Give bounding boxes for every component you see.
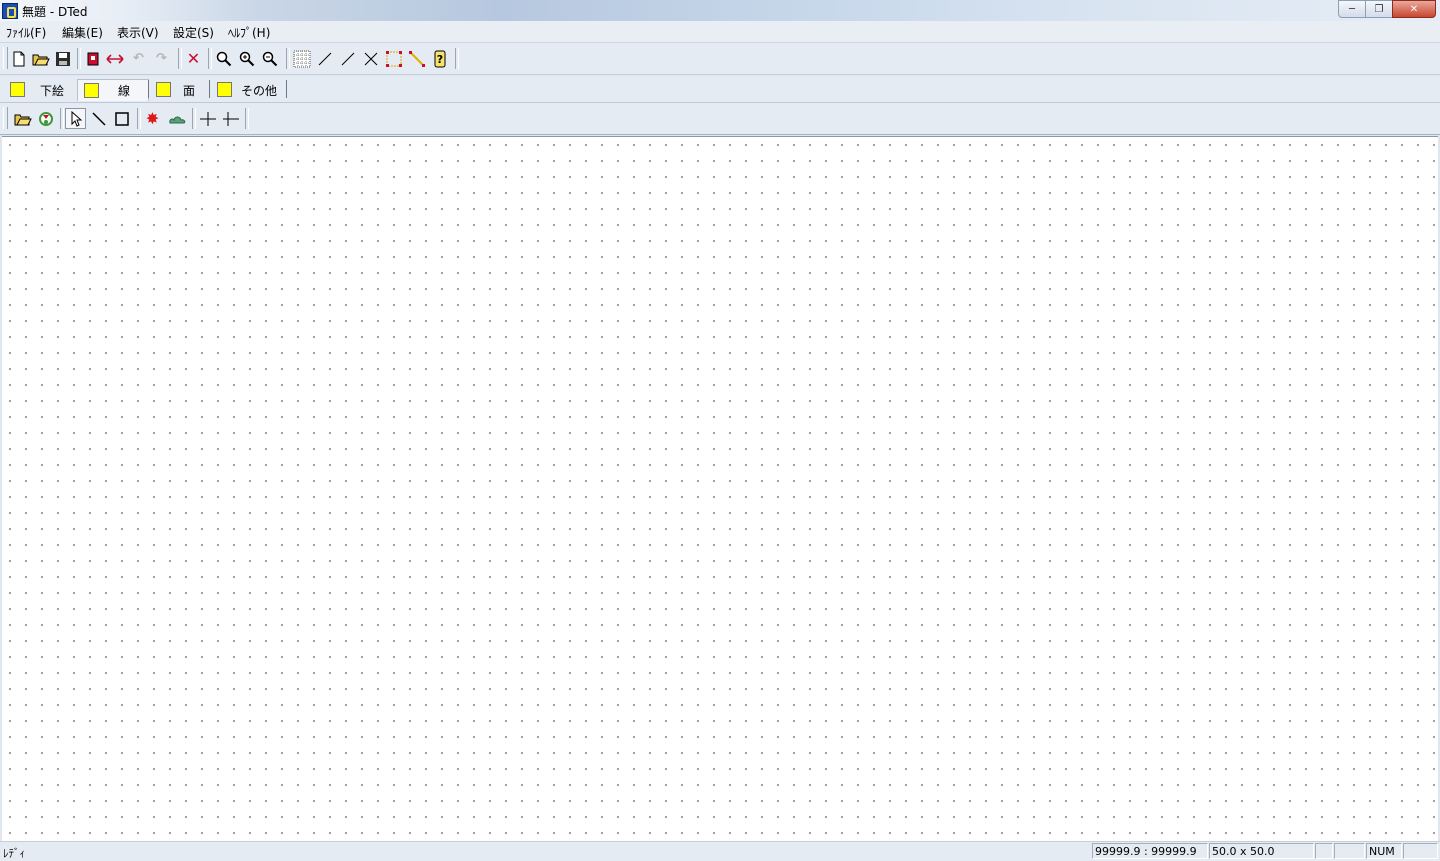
tab-label: 面: [183, 84, 196, 98]
menu-view[interactable]: 表示(V): [117, 24, 159, 41]
grid-icon[interactable]: [291, 48, 312, 69]
status-indicator: [1334, 843, 1365, 859]
tab-underlay[interactable]: 下絵: [4, 79, 76, 100]
drawing-canvas[interactable]: [2, 136, 1438, 842]
tool-toolbar: ✸: [0, 103, 1440, 135]
tab-line[interactable]: 線: [77, 79, 149, 101]
delete-x-icon[interactable]: ✕: [183, 48, 204, 69]
refresh-icon[interactable]: [35, 108, 56, 129]
layer-tab-bar: 下絵 線 面 その他: [0, 76, 1440, 103]
menu-bar: ﾌｧｲﾙ(F) 編集(E) 表示(V) 設定(S) ﾍﾙﾌﾟ(H): [0, 21, 1440, 43]
menu-settings[interactable]: 設定(S): [173, 24, 214, 41]
selection-box-icon[interactable]: [383, 48, 404, 69]
minimize-button[interactable]: ─: [1338, 0, 1366, 18]
title-bar: 無題 - DTed ─ ❐ ✕: [0, 0, 1440, 21]
svg-text:?: ?: [436, 53, 442, 66]
save-disk-icon[interactable]: [52, 48, 73, 69]
toolbar-separator: [137, 108, 141, 129]
draw-line-icon[interactable]: [88, 108, 109, 129]
tab-divider: [286, 80, 287, 98]
tab-label: 線: [118, 84, 131, 98]
toolbar-separator: [455, 48, 459, 69]
status-bar: ﾚﾃﾞｨ 99999.9 : 99999.9 50.0 x 50.0 NUM: [0, 841, 1440, 861]
zoom-out-icon[interactable]: [259, 48, 280, 69]
layer-color-swatch: [156, 82, 171, 97]
help-icon[interactable]: ?: [429, 48, 450, 69]
menu-help[interactable]: ﾍﾙﾌﾟ(H): [228, 24, 270, 41]
status-scroll: [1403, 843, 1438, 859]
open-image-icon[interactable]: [12, 108, 33, 129]
menu-edit[interactable]: 編集(E): [62, 24, 103, 41]
status-text: ﾚﾃﾞｨ: [3, 847, 25, 860]
pointer-icon[interactable]: [65, 108, 86, 129]
toolbar-separator: [192, 108, 196, 129]
toolbar-separator: [208, 48, 212, 69]
tab-surface[interactable]: 面: [150, 79, 208, 100]
toolbar-separator: [178, 48, 182, 69]
close-button[interactable]: ✕: [1392, 0, 1436, 18]
layer-color-swatch: [217, 82, 232, 97]
horizontal-split-icon[interactable]: [197, 108, 218, 129]
maximize-button[interactable]: ❐: [1365, 0, 1393, 18]
draw-rect-icon[interactable]: [111, 108, 132, 129]
toolbar-separator: [286, 48, 290, 69]
open-folder-icon[interactable]: [30, 48, 51, 69]
new-file-icon[interactable]: [8, 48, 29, 69]
yellow-line-icon[interactable]: [406, 48, 427, 69]
toolbar-separator: [60, 108, 64, 129]
stretch-arrows-icon[interactable]: [104, 48, 125, 69]
tab-divider: [209, 80, 210, 98]
tab-other[interactable]: その他: [211, 79, 285, 100]
status-coordinates: 99999.9 : 99999.9: [1092, 843, 1208, 859]
status-caps: [1315, 843, 1333, 859]
vertical-split-icon[interactable]: [220, 108, 241, 129]
layer-color-swatch: [84, 83, 99, 98]
sun-icon[interactable]: ✸: [142, 108, 163, 129]
main-toolbar: ↶ ↷ ✕ ?: [0, 43, 1440, 75]
tab-label: その他: [241, 84, 278, 98]
cloud-icon[interactable]: [166, 108, 187, 129]
tab-label: 下絵: [40, 84, 65, 98]
window-controls: ─ ❐ ✕: [1338, 0, 1436, 18]
status-num: NUM: [1366, 843, 1402, 859]
zoom-icon[interactable]: [213, 48, 234, 69]
toolbar-separator: [77, 48, 81, 69]
line-icon[interactable]: [314, 48, 335, 69]
bring-layer-icon[interactable]: [82, 48, 103, 69]
menu-file[interactable]: ﾌｧｲﾙ(F): [6, 24, 46, 41]
toolbar-separator: [245, 108, 249, 129]
cross-icon[interactable]: [360, 48, 381, 69]
redo-icon[interactable]: ↷: [151, 48, 172, 69]
undo-icon[interactable]: ↶: [128, 48, 149, 69]
zoom-in-icon[interactable]: [236, 48, 257, 69]
toolbar-grip[interactable]: [3, 107, 8, 129]
status-grid-size: 50.0 x 50.0: [1209, 843, 1314, 859]
slash-line-icon[interactable]: [337, 48, 358, 69]
tab-divider: [148, 80, 149, 98]
layer-color-swatch: [10, 82, 25, 97]
window-title: 無題 - DTed: [22, 5, 88, 19]
app-icon[interactable]: [2, 3, 18, 19]
